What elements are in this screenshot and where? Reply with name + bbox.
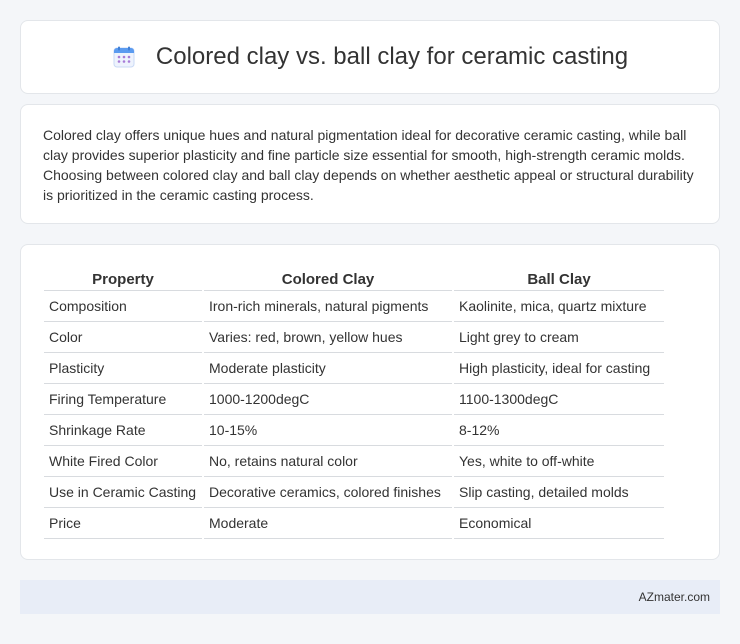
cell-colored-clay: Iron-rich minerals, natural pigments [204, 291, 452, 322]
table-row: Firing Temperature 1000-1200degC 1100-13… [44, 384, 664, 415]
comparison-card: Property Colored Clay Ball Clay Composit… [20, 244, 720, 560]
title-card: Colored clay vs. ball clay for ceramic c… [20, 20, 720, 94]
footer-brand: AZmater.com [638, 590, 710, 604]
intro-text: Colored clay offers unique hues and natu… [43, 127, 694, 203]
table-row: White Fired Color No, retains natural co… [44, 446, 664, 477]
cell-colored-clay: 10-15% [204, 415, 452, 446]
intro-card: Colored clay offers unique hues and natu… [20, 104, 720, 224]
cell-ball-clay: Yes, white to off-white [454, 446, 664, 477]
title-wrap: Colored clay vs. ball clay for ceramic c… [112, 43, 628, 71]
header-property: Property [44, 267, 202, 291]
page-title: Colored clay vs. ball clay for ceramic c… [155, 43, 629, 70]
cell-ball-clay: Slip casting, detailed molds [454, 477, 664, 508]
cell-colored-clay: 1000-1200degC [204, 384, 452, 415]
cell-property: Firing Temperature [44, 384, 202, 415]
cell-ball-clay: 8-12% [454, 415, 664, 446]
cell-property: Shrinkage Rate [44, 415, 202, 446]
calendar-icon [113, 46, 135, 68]
cell-ball-clay: Economical [454, 508, 664, 539]
header-ball-clay: Ball Clay [454, 267, 664, 291]
cell-colored-clay: No, retains natural color [204, 446, 452, 477]
table-header-row: Property Colored Clay Ball Clay [44, 267, 664, 291]
cell-ball-clay: High plasticity, ideal for casting [454, 353, 664, 384]
comparison-table: Property Colored Clay Ball Clay Composit… [42, 267, 666, 539]
cell-ball-clay: Light grey to cream [454, 322, 664, 353]
cell-property: Composition [44, 291, 202, 322]
table-row: Plasticity Moderate plasticity High plas… [44, 353, 664, 384]
cell-property: White Fired Color [44, 446, 202, 477]
cell-property: Price [44, 508, 202, 539]
cell-colored-clay: Moderate plasticity [204, 353, 452, 384]
cell-colored-clay: Decorative ceramics, colored finishes [204, 477, 452, 508]
table-row: Shrinkage Rate 10-15% 8-12% [44, 415, 664, 446]
table-row: Color Varies: red, brown, yellow hues Li… [44, 322, 664, 353]
cell-colored-clay: Varies: red, brown, yellow hues [204, 322, 452, 353]
table-row: Composition Iron-rich minerals, natural … [44, 291, 664, 322]
footer: AZmater.com [20, 580, 720, 614]
cell-colored-clay: Moderate [204, 508, 452, 539]
cell-property: Color [44, 322, 202, 353]
cell-ball-clay: Kaolinite, mica, quartz mixture [454, 291, 664, 322]
cell-ball-clay: 1100-1300degC [454, 384, 664, 415]
table-row: Price Moderate Economical [44, 508, 664, 539]
table-row: Use in Ceramic Casting Decorative cerami… [44, 477, 664, 508]
cell-property: Plasticity [44, 353, 202, 384]
header-colored-clay: Colored Clay [204, 267, 452, 291]
cell-property: Use in Ceramic Casting [44, 477, 202, 508]
